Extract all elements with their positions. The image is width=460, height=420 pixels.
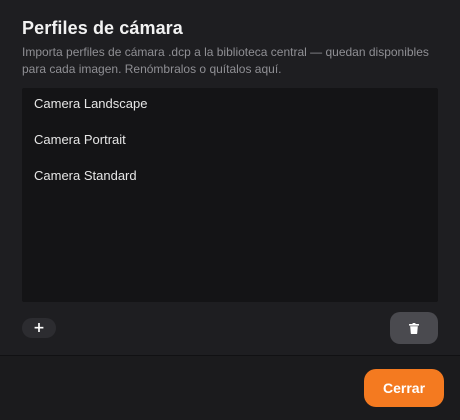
profile-list: Camera Landscape Camera Portrait Camera … [22, 88, 438, 302]
camera-profiles-dialog: Perfiles de cámara Importa perfiles de c… [0, 0, 460, 420]
delete-profile-button[interactable] [390, 312, 438, 344]
dialog-description: Importa perfiles de cámara .dcp a la bib… [22, 45, 429, 76]
profile-list-item[interactable]: Camera Landscape [22, 88, 438, 124]
dialog-title: Perfiles de cámara [22, 18, 183, 38]
profile-list-item[interactable]: Camera Standard [22, 160, 438, 196]
add-profile-button[interactable]: + [22, 318, 56, 338]
close-button[interactable]: Cerrar [364, 369, 444, 407]
trash-icon [409, 322, 419, 334]
profile-list-item[interactable]: Camera Portrait [22, 124, 438, 160]
